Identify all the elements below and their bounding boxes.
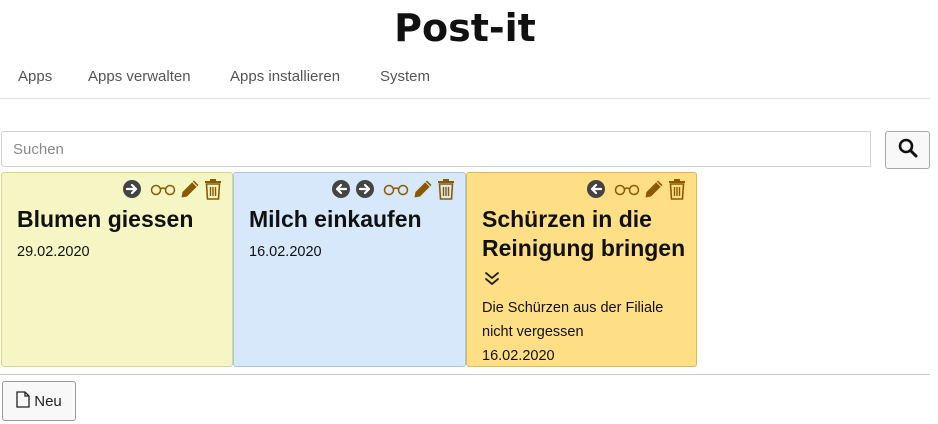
pencil-icon[interactable] bbox=[413, 179, 433, 199]
arrow-right-icon[interactable] bbox=[355, 179, 375, 199]
note-title-text: Schürzen in die Reinigung bringen bbox=[482, 206, 686, 261]
note-toolbar bbox=[122, 177, 222, 201]
nav-item-system[interactable]: System bbox=[380, 68, 430, 85]
note-title: Milch einkaufen bbox=[249, 206, 422, 232]
pencil-icon[interactable] bbox=[180, 179, 200, 199]
new-note-label: Neu bbox=[34, 392, 62, 410]
search-icon bbox=[898, 138, 918, 162]
glasses-icon[interactable] bbox=[614, 182, 640, 196]
search-input[interactable] bbox=[1, 131, 871, 167]
note-date: 16.02.2020 bbox=[482, 348, 555, 364]
trash-icon[interactable] bbox=[437, 178, 455, 200]
new-note-button[interactable]: Neu bbox=[2, 381, 76, 421]
note-date: 16.02.2020 bbox=[249, 244, 322, 260]
search-button[interactable] bbox=[885, 131, 930, 169]
trash-icon[interactable] bbox=[204, 178, 222, 200]
note-card: Milch einkaufen 16.02.2020 bbox=[233, 172, 466, 367]
note-title: Schürzen in die Reinigung bringen bbox=[482, 205, 687, 293]
note-toolbar bbox=[331, 177, 455, 201]
nav-item-apps-verwalten[interactable]: Apps verwalten bbox=[88, 68, 191, 85]
nav-item-apps[interactable]: Apps bbox=[18, 68, 52, 85]
note-title: Blumen giessen bbox=[17, 206, 194, 232]
note-card: Blumen giessen 29.02.2020 bbox=[1, 172, 233, 367]
note-toolbar bbox=[586, 177, 686, 201]
double-chevron-down-icon[interactable] bbox=[484, 264, 500, 293]
pencil-icon[interactable] bbox=[644, 179, 664, 199]
file-icon bbox=[16, 390, 30, 412]
page-title: Post-it bbox=[394, 6, 536, 50]
note-text: Die Schürzen aus der Filiale nicht verge… bbox=[482, 300, 664, 340]
note-card: Schürzen in die Reinigung bringen Die Sc… bbox=[466, 172, 697, 367]
arrow-left-icon[interactable] bbox=[331, 179, 351, 199]
arrow-right-icon[interactable] bbox=[122, 179, 142, 199]
nav-item-apps-installieren[interactable]: Apps installieren bbox=[230, 68, 340, 85]
main-nav: Apps Apps verwalten Apps installieren Sy… bbox=[0, 60, 930, 99]
trash-icon[interactable] bbox=[668, 178, 686, 200]
glasses-icon[interactable] bbox=[383, 182, 409, 196]
arrow-left-icon[interactable] bbox=[586, 179, 606, 199]
divider bbox=[0, 374, 930, 375]
note-date: 29.02.2020 bbox=[17, 244, 90, 260]
glasses-icon[interactable] bbox=[150, 182, 176, 196]
